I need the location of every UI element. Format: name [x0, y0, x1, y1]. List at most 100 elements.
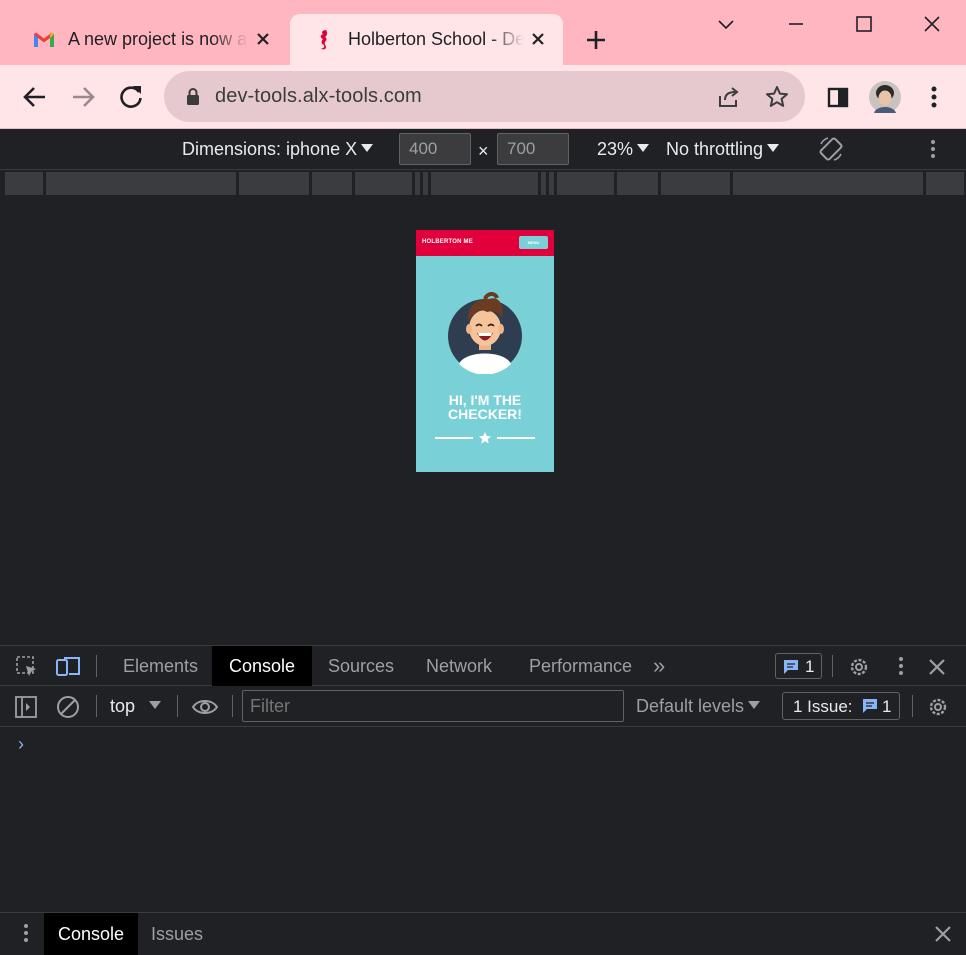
filter-input[interactable] — [242, 690, 624, 722]
side-panel-icon[interactable] — [822, 81, 854, 113]
device-toolbar: Dimensions: iphone X 400 × 700 23% No th… — [0, 129, 966, 170]
media-query-segment[interactable] — [423, 172, 428, 195]
reload-icon[interactable] — [115, 81, 147, 113]
media-query-segment[interactable] — [557, 172, 614, 195]
address-bar[interactable]: dev-tools.alx-tools.com — [164, 71, 805, 122]
holberton-seahorse-icon — [320, 29, 328, 49]
media-query-segment[interactable] — [617, 172, 658, 195]
close-icon[interactable] — [924, 654, 950, 680]
console-toolbar: top Default levels 1 Issue: 1 — [0, 686, 966, 727]
sidebar-toggle-icon[interactable] — [13, 694, 39, 720]
inspect-element-icon[interactable] — [14, 654, 40, 680]
width-input[interactable]: 400 — [399, 133, 471, 165]
issues-button[interactable]: 1 Issue: 1 — [782, 692, 900, 720]
messages-badge[interactable]: 1 — [775, 653, 822, 679]
window-close-button[interactable] — [918, 10, 946, 38]
browser-toolbar: dev-tools.alx-tools.com — [0, 65, 966, 129]
share-icon[interactable] — [716, 84, 742, 110]
hero-heading: HI, I'M THE CHECKER! — [416, 393, 554, 421]
chevron-down-icon — [748, 701, 761, 709]
star-bookmark-icon[interactable] — [764, 84, 790, 110]
media-query-segment[interactable] — [355, 172, 412, 195]
tab-holberton[interactable]: Holberton School - De — [290, 14, 563, 65]
kebab-menu-icon[interactable] — [13, 921, 39, 947]
separator — [177, 695, 178, 717]
close-icon[interactable] — [527, 28, 549, 50]
rotate-icon[interactable] — [816, 134, 846, 164]
close-icon[interactable] — [930, 921, 956, 947]
gear-icon[interactable] — [925, 694, 951, 720]
minimize-button[interactable] — [782, 10, 810, 38]
checker-avatar-illustration — [448, 292, 522, 374]
throttling-select[interactable]: No throttling — [666, 139, 780, 160]
zoom-select[interactable]: 23% — [597, 139, 650, 160]
devtools-tab-bar: Elements Console Sources Network Perform… — [0, 645, 966, 686]
context-select[interactable]: top — [110, 696, 162, 717]
chevron-down-icon — [361, 144, 374, 152]
dimension-times-sign: × — [478, 141, 489, 161]
tab-elements[interactable]: Elements — [106, 646, 215, 686]
issues-count: 1 — [882, 697, 892, 716]
separator — [912, 695, 913, 717]
brand-logo-text: HOLBERTON ME — [422, 239, 473, 245]
separator — [232, 695, 233, 717]
media-query-segment[interactable] — [239, 172, 309, 195]
more-tabs-button[interactable]: » — [636, 646, 682, 686]
clear-console-icon[interactable] — [55, 694, 81, 720]
page-preview[interactable]: HOLBERTON ME MENU HI, I'M THE CHECKER! — [416, 230, 554, 472]
media-query-segment[interactable] — [733, 172, 923, 195]
chevron-down-icon — [637, 144, 650, 152]
zoom-label: 23% — [597, 139, 634, 159]
media-query-segment[interactable] — [431, 172, 538, 195]
separator — [96, 695, 97, 717]
media-query-segment[interactable] — [312, 172, 352, 195]
device-toolbar-icon[interactable] — [55, 654, 81, 680]
log-levels-select[interactable]: Default levels — [636, 696, 761, 717]
tab-title: Holberton School - De — [348, 29, 524, 49]
new-tab-button[interactable] — [582, 26, 610, 54]
media-query-segment[interactable] — [46, 172, 236, 195]
drawer-tab-console[interactable]: Console — [44, 913, 139, 955]
lock-icon[interactable] — [180, 84, 206, 110]
tab-sources[interactable]: Sources — [311, 646, 411, 686]
page-header: HOLBERTON ME MENU — [416, 230, 554, 256]
hero-line-1: HI, I'M THE — [448, 392, 522, 408]
avatar[interactable] — [868, 80, 902, 114]
hero-line-2: CHECKER! — [448, 406, 522, 422]
chevron-down-icon[interactable] — [712, 10, 740, 38]
close-icon[interactable] — [252, 28, 274, 50]
drawer-tab-issues[interactable]: Issues — [137, 913, 217, 955]
browser-window: A new project is now a Holberton School … — [0, 0, 966, 955]
maximize-button[interactable] — [850, 10, 878, 38]
media-query-segment[interactable] — [5, 172, 43, 195]
message-count: 1 — [805, 657, 815, 676]
tab-performance[interactable]: Performance — [512, 646, 649, 686]
menu-button[interactable]: MENU — [519, 236, 548, 249]
console-output[interactable]: › — [0, 727, 966, 912]
media-query-segment[interactable] — [415, 172, 420, 195]
kebab-menu-icon[interactable] — [888, 654, 914, 680]
tab-network[interactable]: Network — [409, 646, 509, 686]
media-query-segment[interactable] — [661, 172, 730, 195]
drawer-tab-bar: Console Issues — [0, 912, 966, 955]
height-input[interactable]: 700 — [497, 133, 569, 165]
kebab-menu-icon[interactable] — [918, 81, 950, 113]
eye-icon[interactable] — [191, 694, 219, 720]
dimensions-select[interactable]: Dimensions: iphone X — [182, 139, 374, 160]
media-query-segment[interactable] — [926, 172, 964, 195]
gear-icon[interactable] — [846, 654, 872, 680]
context-label: top — [110, 696, 136, 716]
media-query-segment[interactable] — [541, 172, 546, 195]
media-query-segment[interactable] — [549, 172, 554, 195]
separator — [832, 655, 833, 677]
forward-arrow-icon[interactable] — [67, 81, 99, 113]
divider-line — [435, 437, 473, 439]
gmail-icon — [34, 32, 54, 47]
device-viewport: HOLBERTON ME MENU HI, I'M THE CHECKER! — [0, 197, 966, 645]
console-prompt[interactable]: › — [18, 734, 24, 755]
back-arrow-icon[interactable] — [19, 81, 51, 113]
tab-console[interactable]: Console — [212, 646, 313, 686]
chevron-down-icon — [767, 144, 780, 152]
tab-gmail[interactable]: A new project is now a — [0, 14, 288, 65]
kebab-menu-icon[interactable] — [920, 137, 946, 163]
